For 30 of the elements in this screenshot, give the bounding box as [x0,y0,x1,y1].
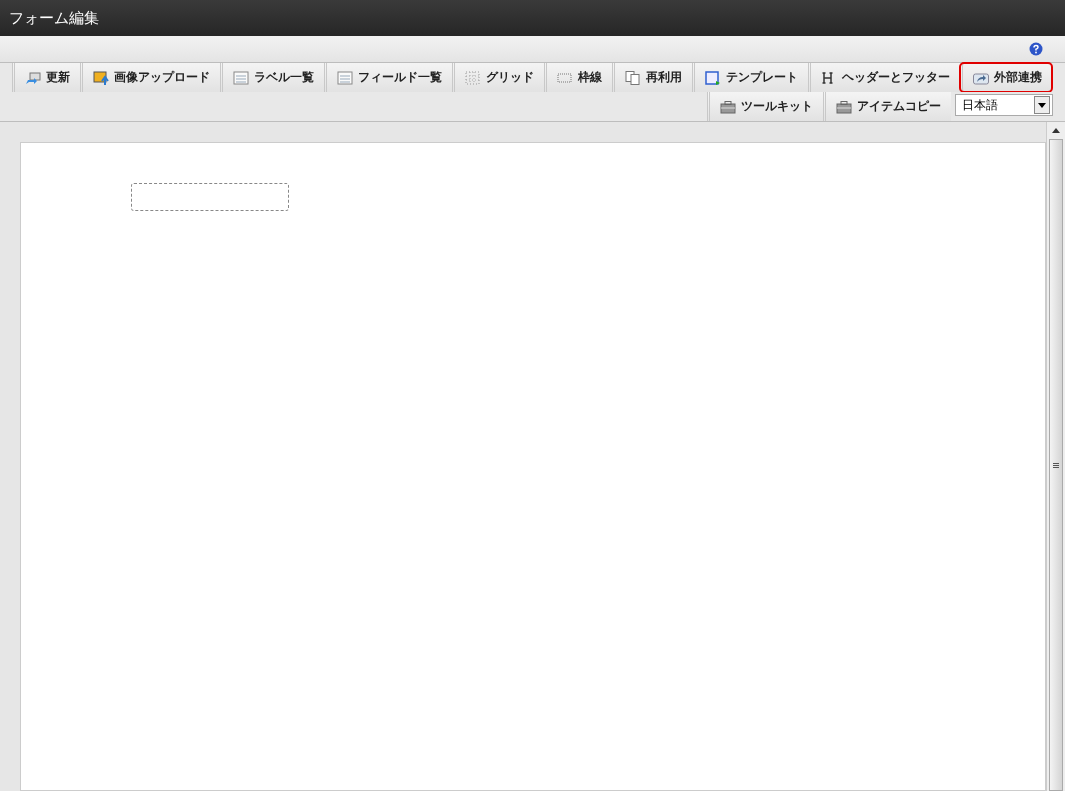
toolbar-button[interactable]: 再利用 [612,63,692,92]
toolbar-button[interactable]: ツールキット [707,92,823,121]
documents-icon [625,70,641,85]
toolbar-button[interactable]: アイテムコピー [823,92,951,121]
help-icon[interactable] [1029,42,1043,56]
caret-icon [1038,102,1046,108]
toolbar-button[interactable]: 更新 [12,63,80,92]
grip-icon [1053,462,1059,468]
list-icon [233,70,249,85]
form-field[interactable] [131,183,289,211]
toolbar-button[interactable]: 画像アップロード [80,63,220,92]
image-upload-icon [93,70,109,85]
toolbox-icon [720,99,736,114]
toolbar-button[interactable]: 枠線 [544,63,612,92]
toolbar-button[interactable]: ヘッダーとフッター [808,63,960,92]
grid-icon [465,70,481,85]
toolbar-button[interactable]: グリッド [452,63,544,92]
toolbox-icon [836,99,852,114]
toolbar-button[interactable]: フィールド一覧 [324,63,452,92]
template-icon [705,70,721,85]
dotted-frame-icon [557,70,573,85]
arrow-icon [25,70,41,85]
language-select[interactable]: 日本語 [955,94,1053,116]
toolbar-button[interactable]: ラベル一覧 [220,63,324,92]
toolbar-button[interactable]: テンプレート [692,63,808,92]
toolbar-button[interactable]: 外部連携 [960,63,1052,92]
scrollbar[interactable] [1046,122,1065,791]
list-icon [337,70,353,85]
up-arrow-icon [1052,128,1060,133]
window-title: フォーム編集 [0,0,1065,36]
